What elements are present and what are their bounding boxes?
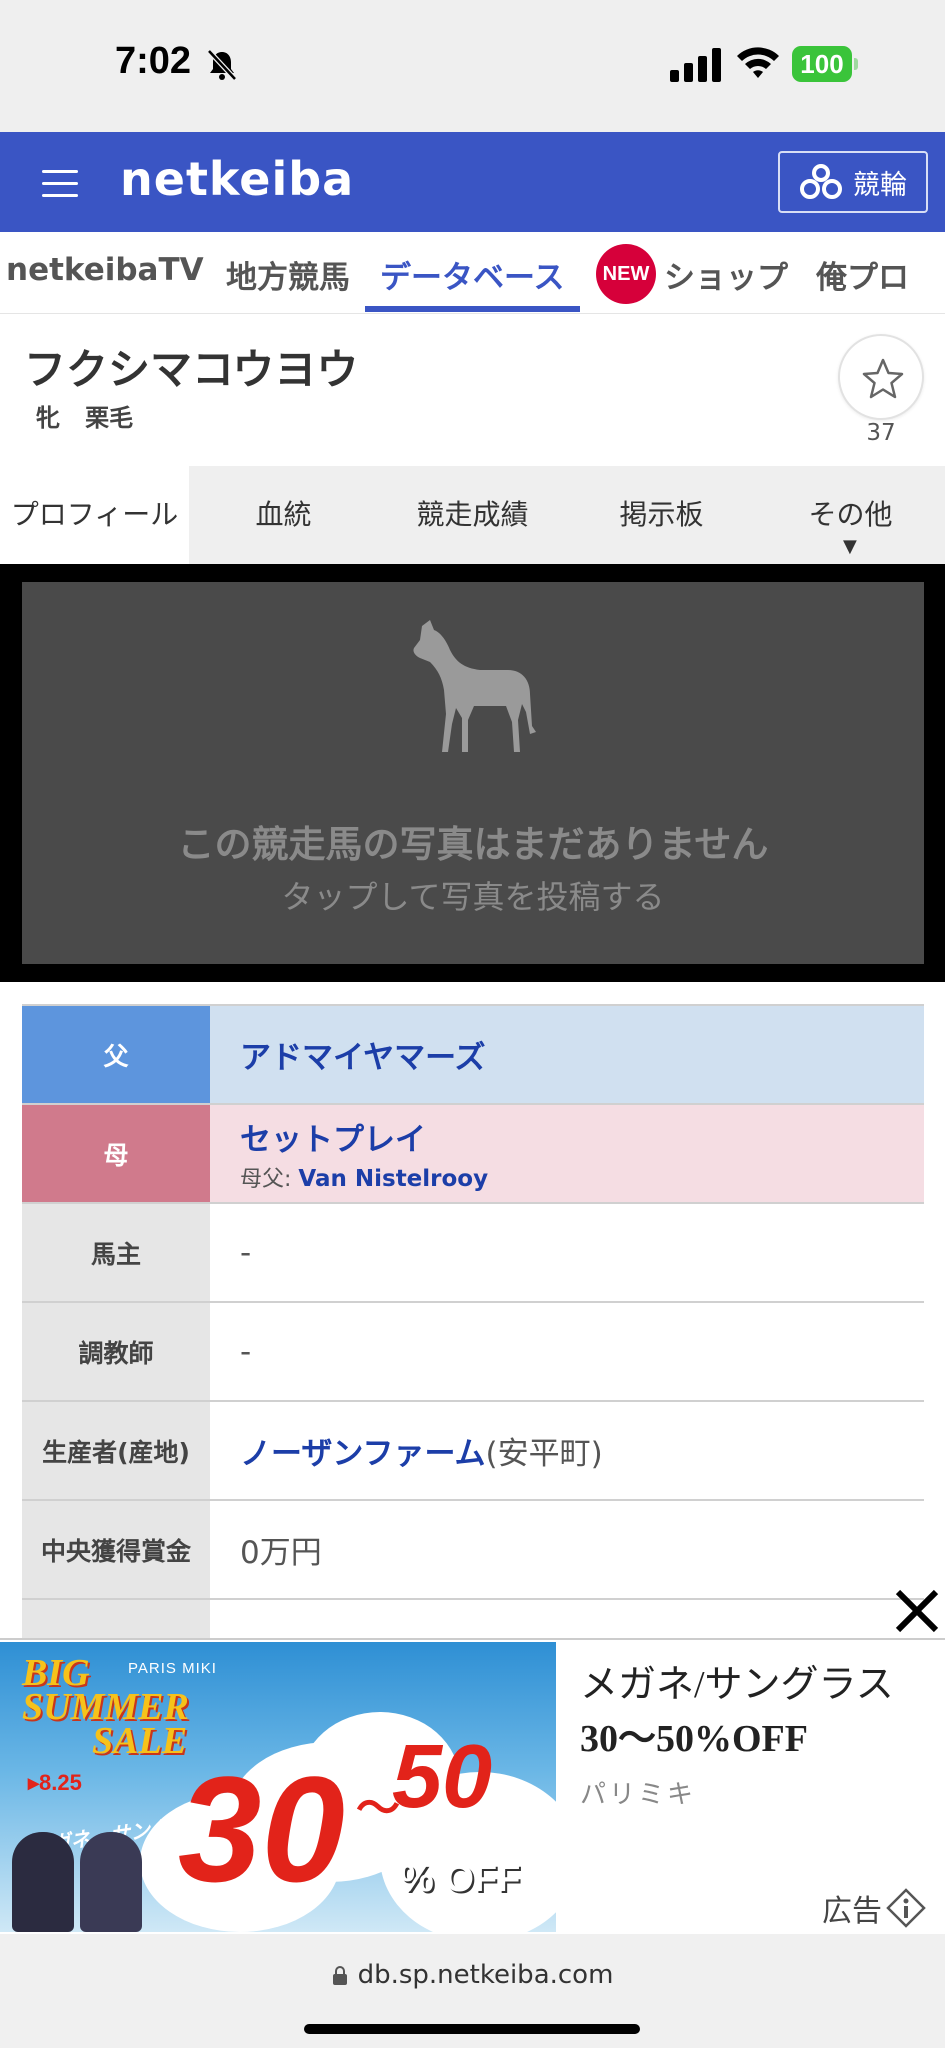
battery-level: 100 bbox=[800, 49, 844, 79]
owner-label: 馬主 bbox=[22, 1204, 210, 1301]
sire-label: 父 bbox=[22, 1006, 210, 1103]
no-photo-message: この競走馬の写真はまだありません bbox=[177, 823, 769, 866]
breeder-link[interactable]: ノーザンファーム bbox=[240, 1428, 486, 1473]
ad-person-1 bbox=[12, 1832, 74, 1932]
favorite-count: 37 bbox=[866, 420, 896, 446]
url-display[interactable]: db.sp.netkeiba.com bbox=[0, 1960, 945, 1990]
main-nav: netkeibaTV 地方競馬 データベース NEW ショップ 俺プロ bbox=[0, 232, 945, 314]
ad-title-line2: 30〜50%OFF bbox=[580, 1718, 808, 1760]
sire-link[interactable]: アドマイヤマーズ bbox=[240, 1032, 924, 1077]
status-bar: 7:02 100 bbox=[0, 0, 945, 132]
ad-copy[interactable]: メガネ/サングラス 30〜50%OFF パリミキ bbox=[580, 1658, 930, 1811]
hamburger-menu-icon[interactable] bbox=[42, 170, 80, 198]
partial-row-label bbox=[22, 1600, 210, 1640]
tab-race-results[interactable]: 競走成績 bbox=[378, 466, 567, 564]
tab-profile[interactable]: プロフィール bbox=[0, 466, 189, 564]
horse-attributes: 牝 栗毛 bbox=[36, 398, 133, 433]
new-badge: NEW bbox=[596, 244, 656, 304]
close-icon[interactable] bbox=[892, 1586, 942, 1636]
ad-person-2 bbox=[80, 1832, 142, 1932]
tab-bbs[interactable]: 掲示板 bbox=[567, 466, 756, 564]
table-row-breeder: 生産者(産地) ノーザンファーム (安平町) bbox=[22, 1402, 924, 1501]
ad-title-line1: メガネ/サングラス bbox=[580, 1664, 894, 1706]
horse-header: フクシマコウヨウ 牝 栗毛 37 bbox=[0, 314, 945, 466]
ad-discount-low: 30 bbox=[178, 1745, 345, 1913]
cellular-signal-icon bbox=[670, 48, 721, 82]
photo-placeholder[interactable]: この競走馬の写真はまだありません タップして写真を投稿する bbox=[22, 582, 924, 964]
table-row-central-prize: 中央獲得賞金 0万円 bbox=[22, 1501, 924, 1600]
keirin-label: 競輪 bbox=[853, 169, 907, 201]
ad-discount-high: 50 bbox=[392, 1727, 493, 1827]
breeder-label: 生産者(産地) bbox=[22, 1402, 210, 1499]
horse-sex: 牝 bbox=[36, 404, 60, 432]
info-icon bbox=[886, 1888, 926, 1928]
chevron-down-icon: ▼ bbox=[843, 536, 857, 557]
central-prize-value: 0万円 bbox=[240, 1535, 322, 1571]
tab-pedigree[interactable]: 血統 bbox=[189, 466, 378, 564]
home-indicator bbox=[304, 2024, 640, 2034]
star-icon bbox=[862, 358, 904, 399]
bms-label: 母父: bbox=[240, 1167, 292, 1192]
trainer-value: - bbox=[240, 1333, 252, 1370]
favorite-button[interactable] bbox=[838, 334, 924, 420]
nav-item-orepro[interactable]: 俺プロ bbox=[816, 252, 909, 297]
table-row-partial bbox=[22, 1600, 924, 1640]
dam-link[interactable]: セットプレイ bbox=[240, 1114, 924, 1159]
upload-photo-link[interactable]: タップして写真を投稿する bbox=[22, 872, 924, 918]
status-time: 7:02 bbox=[115, 40, 192, 82]
ad-brand-logo: PARIS MIKI bbox=[128, 1660, 217, 1677]
ad-date: ▸8.25 bbox=[28, 1770, 82, 1795]
dam-label: 母 bbox=[22, 1105, 210, 1202]
nav-active-indicator bbox=[365, 306, 580, 312]
trainer-label: 調教師 bbox=[22, 1303, 210, 1400]
ad-summer-text: SUMMER bbox=[22, 1686, 189, 1728]
ad-sale-text: SALE bbox=[92, 1720, 188, 1762]
ad-brand: パリミキ bbox=[580, 1780, 697, 1809]
bms-link[interactable]: Van Nistelrooy bbox=[298, 1166, 488, 1192]
table-row-sire: 父 アドマイヤマーズ bbox=[22, 1006, 924, 1105]
nav-item-netkeibatv[interactable]: netkeibaTV bbox=[6, 252, 204, 288]
url-text: db.sp.netkeiba.com bbox=[357, 1960, 614, 1990]
horse-photo-area: この競走馬の写真はまだありません タップして写真を投稿する bbox=[0, 564, 945, 982]
lock-icon bbox=[332, 1966, 347, 1985]
ad-off-text: % OFF bbox=[400, 1858, 521, 1900]
ad-banner[interactable]: BIG SUMMER SALE PARIS MIKI ▸8.25 メガネ・サング… bbox=[0, 1638, 945, 1934]
horse-name: フクシマコウヨウ bbox=[24, 345, 359, 394]
horse-coat-color: 栗毛 bbox=[85, 404, 134, 432]
profile-table: 父 アドマイヤマーズ 母 セットプレイ 母父: Van Nistelrooy 馬… bbox=[22, 1004, 924, 1640]
ad-image[interactable]: BIG SUMMER SALE PARIS MIKI ▸8.25 メガネ・サング… bbox=[0, 1642, 556, 1932]
site-header: netkeiba 競輪 bbox=[0, 132, 945, 232]
nav-item-database[interactable]: データベース bbox=[380, 252, 564, 297]
keirin-button[interactable]: 競輪 bbox=[778, 151, 928, 213]
battery-icon: 100 bbox=[792, 46, 858, 82]
nav-item-chiho-keiba[interactable]: 地方競馬 bbox=[226, 252, 350, 297]
site-logo[interactable]: netkeiba bbox=[120, 152, 354, 206]
ad-label-text: 広告 bbox=[822, 1894, 882, 1929]
horse-subtabs: プロフィール 血統 競走成績 掲示板 その他 ▼ bbox=[0, 466, 945, 564]
nav-item-shop[interactable]: ショップ bbox=[664, 252, 788, 297]
wifi-icon bbox=[737, 47, 779, 78]
horse-silhouette-icon bbox=[413, 620, 536, 752]
owner-value: - bbox=[240, 1234, 252, 1271]
central-prize-label: 中央獲得賞金 bbox=[22, 1501, 210, 1598]
bicycle-icon bbox=[800, 164, 842, 199]
ad-label[interactable]: 広告 bbox=[822, 1886, 926, 1930]
broodmare-sire: 母父: Van Nistelrooy bbox=[240, 1161, 924, 1193]
table-row-trainer: 調教師 - bbox=[22, 1303, 924, 1402]
table-row-dam: 母 セットプレイ 母父: Van Nistelrooy bbox=[22, 1105, 924, 1204]
browser-url-bar[interactable]: db.sp.netkeiba.com bbox=[0, 1934, 945, 2048]
bell-muted-icon bbox=[207, 49, 237, 81]
breeder-region: (安平町) bbox=[485, 1436, 603, 1472]
table-row-owner: 馬主 - bbox=[22, 1204, 924, 1303]
